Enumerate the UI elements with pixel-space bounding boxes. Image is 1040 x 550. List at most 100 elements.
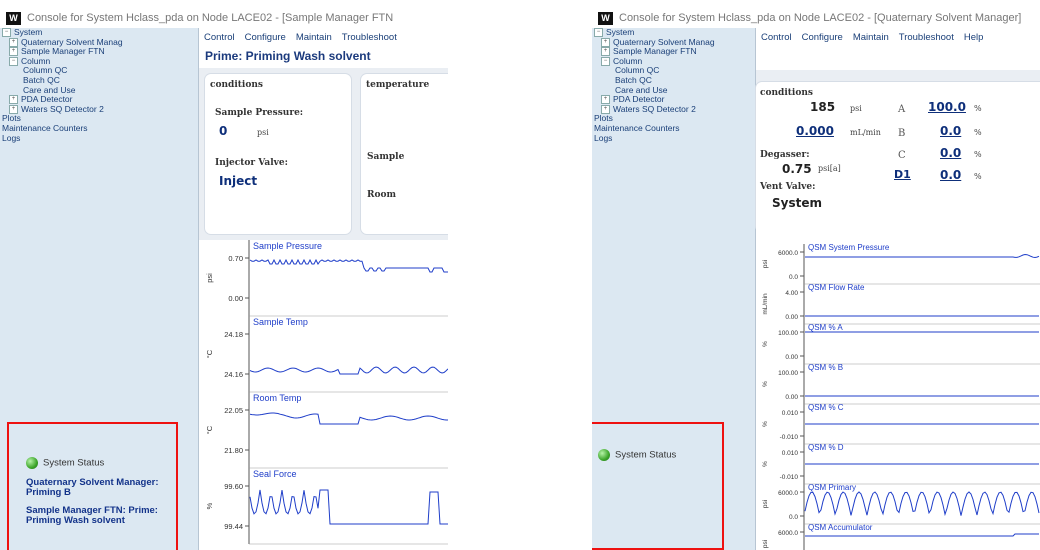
tree-item-label: Batch QC [23,75,60,85]
solvent-letter-d1[interactable]: D1 [894,168,911,181]
main-pane: Control Configure Maintain Troubleshoot … [199,28,448,550]
tree-item-care-and-use[interactable]: Care and Use [592,86,755,96]
unit-label: °C [205,349,214,358]
window-title: Console for System Hclass_pda on Node LA… [27,12,394,24]
tree-item-batch-qc[interactable]: Batch QC [0,76,198,86]
tick-label: 100.00 [778,330,798,337]
tree-item-logs[interactable]: Logs [0,134,198,144]
degasser-value: 0.75 [782,162,812,176]
tree-item-column-qc[interactable]: Column QC [592,66,755,76]
tree-item-waters-sq-detector-2[interactable]: + Waters SQ Detector 2 [592,105,755,115]
menu-configure[interactable]: Configure [797,32,848,43]
expand-icon[interactable]: + [9,105,18,114]
vent-valve-label: Vent Valve: [760,182,816,192]
highlight-box [592,422,724,550]
tree-item-label: Column QC [615,66,660,76]
menu-configure[interactable]: Configure [240,32,291,43]
right-console-window: W Console for System Hclass_pda on Node … [592,8,1040,550]
expand-icon[interactable]: + [9,47,18,57]
waters-logo-icon: W [6,11,21,25]
tree-item-maintenance-counters[interactable]: Maintenance Counters [0,124,198,134]
tick-label: -0.010 [780,474,799,481]
tree-item-system[interactable]: − System [592,28,755,38]
plot-title: QSM % A [808,323,843,332]
unit-label: mL/min [762,293,769,315]
menu-control[interactable]: Control [199,32,240,43]
conditions-header: conditions [760,88,813,98]
expand-icon[interactable]: + [9,37,18,47]
expand-icon[interactable]: + [601,95,610,105]
menu-maintain[interactable]: Maintain [291,32,337,43]
unit-label: psi [205,273,214,283]
expand-icon[interactable]: + [9,95,18,105]
conditions-panel: conditions Sample Pressure: 0 psi Inject… [205,74,351,234]
tree-item-quaternary-solvent-manag[interactable]: + Quaternary Solvent Manag [592,38,755,48]
tick-label: 21.80 [224,446,243,455]
tree-item-waters-sq-detector-2[interactable]: + Waters SQ Detector 2 [0,105,198,115]
menu-bar: Control Configure Maintain Troubleshoot … [756,28,1040,46]
window-titlebar: W Console for System Hclass_pda on Node … [0,8,448,28]
tree-item-label: Maintenance Counters [594,123,680,133]
tree-item-label: PDA Detector [613,95,665,105]
menu-maintain[interactable]: Maintain [848,32,894,43]
tree-item-label: PDA Detector [21,95,73,105]
collapse-icon[interactable]: − [9,57,18,67]
solvent-b-value[interactable]: 0.0 [940,124,961,138]
tree-item-pda-detector[interactable]: + PDA Detector [0,95,198,105]
tree-item-label: Maintenance Counters [2,123,88,133]
expand-icon[interactable]: + [601,37,610,47]
solvent-a-value[interactable]: 100.0 [928,100,966,114]
flow-rate-value[interactable]: 0.000 [796,124,834,138]
menu-troubleshoot[interactable]: Troubleshoot [337,32,402,43]
room-temp-label: Room [367,190,397,200]
tree-item-label: Care and Use [23,85,76,95]
plot-title: Sample Pressure [253,241,322,251]
tick-label: 22.05 [224,406,243,415]
tree-item-column[interactable]: − Column [0,57,198,67]
tick-label: 0.70 [228,254,243,263]
tree-item-plots[interactable]: Plots [592,114,755,124]
expand-icon[interactable]: + [601,47,610,57]
solvent-d-value[interactable]: 0.0 [940,168,961,182]
sample-pressure-label: Sample Pressure: [215,108,304,118]
window-title: Console for System Hclass_pda on Node LA… [619,12,1022,24]
tree-item-label: Column [21,56,51,66]
degasser-unit: psi[a] [818,164,841,173]
plot-title: Sample Temp [253,317,308,327]
trend-plots-svg: Sample Pressure 0.70 0.00 psi Sample Temp 24.… [205,240,448,545]
tree-item-sample-manager-ftn[interactable]: + Sample Manager FTN [592,47,755,57]
tree-item-quaternary-solvent-manag[interactable]: + Quaternary Solvent Manag [0,38,198,48]
tree-item-column-qc[interactable]: Column QC [0,66,198,76]
tick-label: 100.00 [778,370,798,377]
collapse-icon[interactable]: − [601,57,610,67]
plot-title: QSM Accumulator [808,523,873,532]
tree-item-label: Quaternary Solvent Manag [613,37,715,47]
tick-label: 24.16 [224,370,243,379]
plot-title: Room Temp [253,393,301,403]
tree-item-maintenance-counters[interactable]: Maintenance Counters [592,124,755,134]
solvent-c-value[interactable]: 0.0 [940,146,961,160]
tree-item-label: Batch QC [615,75,652,85]
tree-item-batch-qc[interactable]: Batch QC [592,76,755,86]
menu-troubleshoot[interactable]: Troubleshoot [894,32,959,43]
conditions-header: conditions [210,80,263,90]
tree-item-column[interactable]: − Column [592,57,755,67]
tree-item-care-and-use[interactable]: Care and Use [0,86,198,96]
expand-icon[interactable]: + [601,105,610,114]
tree-item-pda-detector[interactable]: + PDA Detector [592,95,755,105]
menu-help[interactable]: Help [959,32,989,43]
unit-label: °C [205,425,214,434]
collapse-icon[interactable]: − [2,28,11,38]
solvent-d-unit: % [974,172,982,181]
tree-item-system[interactable]: − System [0,28,198,38]
tree-item-plots[interactable]: Plots [0,114,198,124]
unit-label: psi [762,540,769,548]
tick-label: -0.010 [780,434,799,441]
tree-item-sample-manager-ftn[interactable]: + Sample Manager FTN [0,47,198,57]
menu-control[interactable]: Control [756,32,797,43]
collapse-icon[interactable]: − [594,28,603,38]
left-console-window: W Console for System Hclass_pda on Node … [0,8,448,550]
tree-item-logs[interactable]: Logs [592,134,755,144]
plot-title: QSM % C [808,403,844,412]
highlight-box [7,422,178,550]
